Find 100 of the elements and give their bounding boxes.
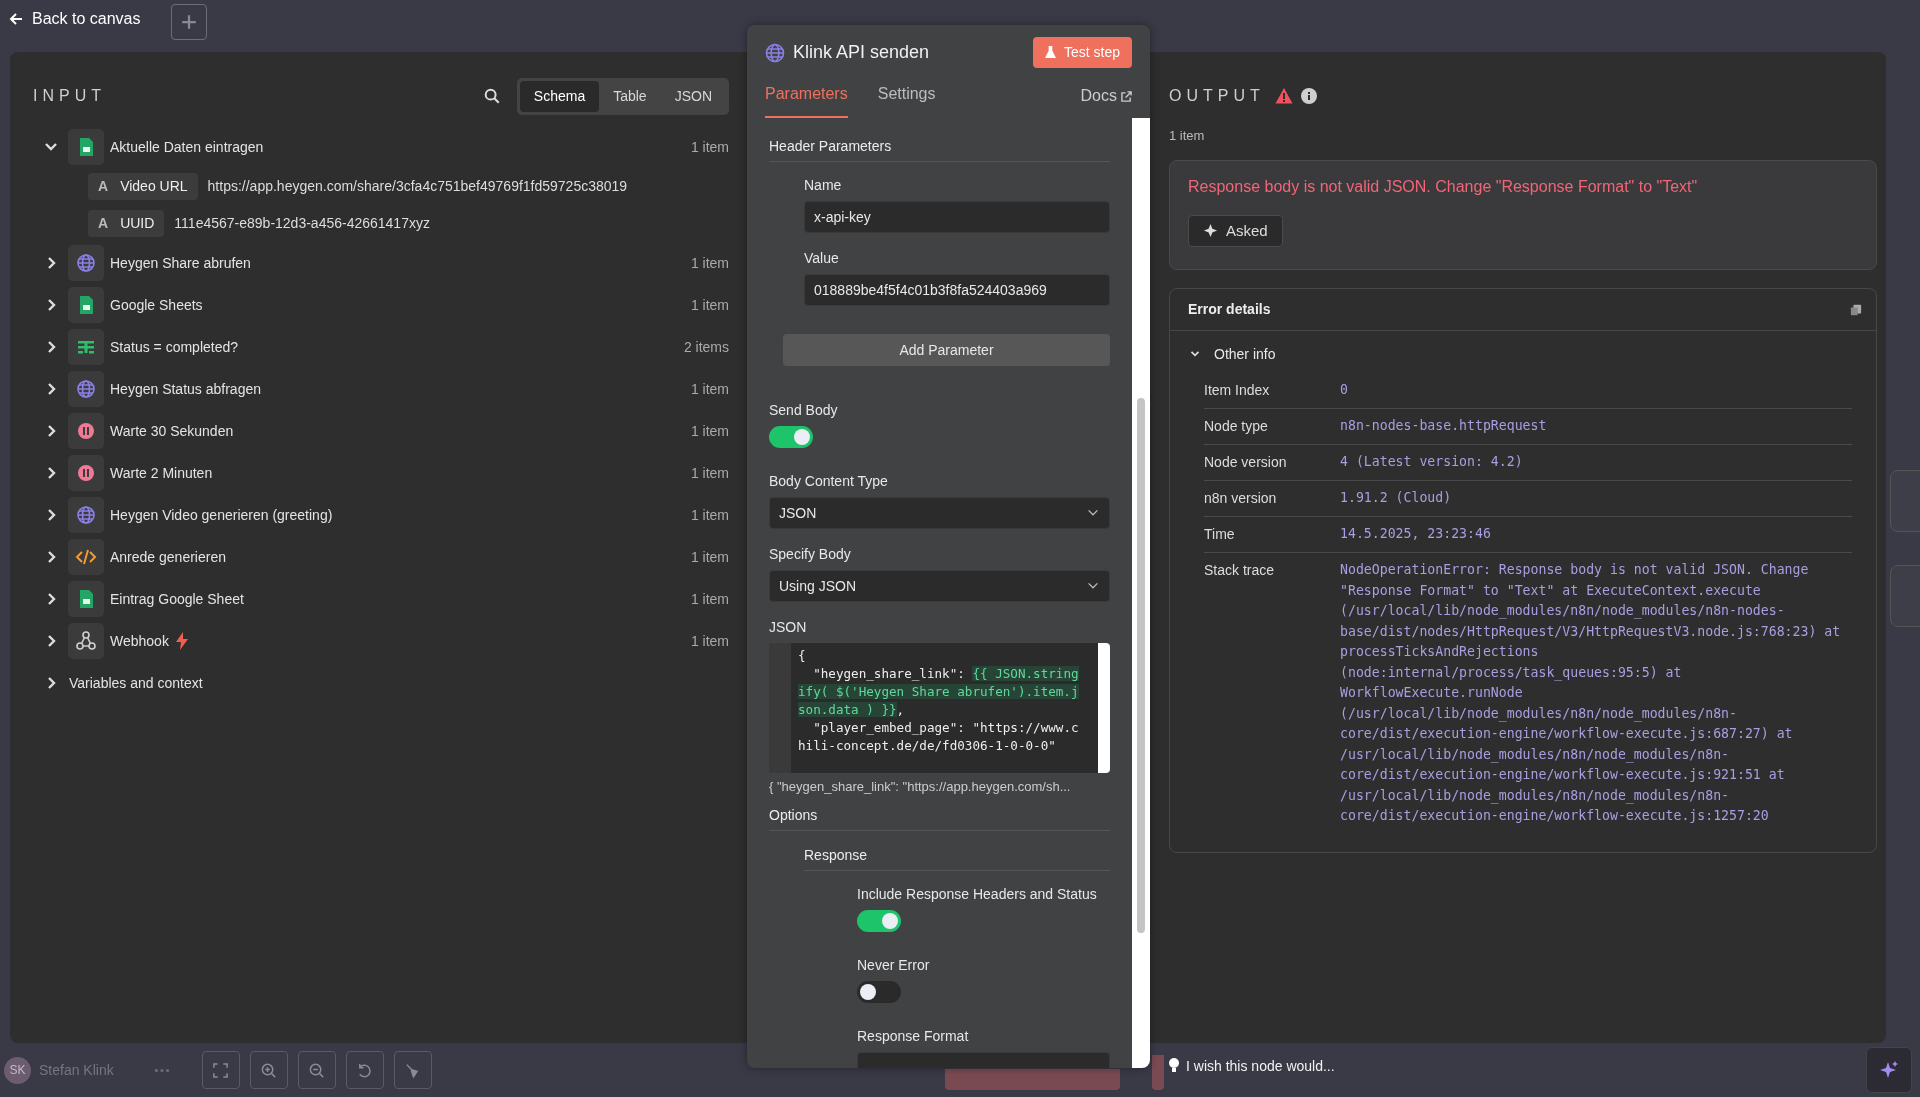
fit-view-icon [212, 1061, 230, 1079]
field-label: Response Format [857, 1026, 970, 1045]
lightbulb-icon [1168, 1057, 1180, 1073]
pause-icon [68, 413, 104, 449]
globe-icon [765, 42, 785, 63]
field-label: Name [804, 176, 843, 194]
text-field[interactable]: x-api-key [804, 201, 1110, 233]
panel-title: OUTPUT [1169, 86, 1265, 106]
node-name[interactable]: Anrede generieren [110, 546, 226, 568]
dropdown[interactable]: Using JSON [769, 570, 1110, 602]
item-count: 1 item [690, 589, 729, 609]
detail-key: Time [1204, 524, 1340, 545]
view-tab[interactable]: Schema [519, 80, 600, 112]
lightning-bolt-icon [174, 632, 189, 650]
detail-value: 0 [1340, 381, 1348, 399]
section-label[interactable]: Variables and context [69, 672, 203, 694]
spreadsheet-icon [68, 287, 104, 323]
field-label: Body Content Type [769, 472, 889, 490]
field-label: Include Response Headers and Status [857, 884, 1098, 903]
node-name[interactable]: Aktuelle Daten eintragen [110, 136, 264, 158]
detail-value: 4 (Latest version: 4.2) [1340, 453, 1523, 471]
toolbar-button[interactable] [249, 1051, 288, 1089]
node-name[interactable]: Warte 30 Sekunden [110, 420, 234, 442]
add-parameter-button[interactable]: Add Parameter [783, 334, 1110, 366]
toolbar-button[interactable] [201, 1051, 240, 1089]
globe-icon [68, 497, 104, 533]
info-icon[interactable] [1300, 88, 1317, 104]
schema-field-pill[interactable]: A Video URL [88, 173, 198, 200]
expression-preview: { "heygen_share_link": "https://app.heygen.com/sh... [769, 778, 1072, 796]
toolbar-button[interactable] [393, 1051, 432, 1089]
node-name[interactable]: Webhook [110, 630, 169, 652]
arrow-left-icon [8, 11, 24, 27]
node-name[interactable]: Eintrag Google Sheet [110, 588, 244, 610]
asked-button[interactable]: Asked [1188, 214, 1283, 247]
tab[interactable]: Settings [877, 76, 936, 118]
ask-input-field[interactable]: I wish this node would... [1166, 1055, 1566, 1078]
item-count: 1 item [690, 631, 729, 651]
item-count: 1 item [690, 379, 729, 399]
zoom-in-icon [260, 1061, 278, 1079]
globe-icon [68, 245, 104, 281]
item-count: 1 item [690, 253, 729, 273]
ai-assistant-button[interactable] [1866, 1047, 1912, 1093]
error-message: Response body is not valid JSON. Change "Response Format" to "Text" [1188, 176, 1699, 197]
node-name[interactable]: Warte 2 Minuten [110, 462, 213, 484]
node-name[interactable]: Google Sheets [110, 294, 203, 316]
back-to-canvas-link[interactable]: Back to canvas [8, 4, 141, 34]
schema-field-pill[interactable]: A UUID [88, 210, 165, 237]
node-title[interactable]: Klink API senden [793, 39, 930, 66]
item-count: 2 items [683, 337, 729, 357]
external-link-icon [1121, 90, 1132, 102]
type-label: A [98, 214, 109, 233]
undo-icon [356, 1061, 374, 1079]
node-name[interactable]: Heygen Status abfragen [110, 378, 261, 400]
zoom-out-icon [308, 1061, 326, 1079]
toggle-switch[interactable] [857, 909, 901, 932]
sparkle-icon [1879, 1060, 1899, 1080]
detail-key: Node type [1204, 416, 1340, 437]
docs-link[interactable]: Docs [1080, 78, 1132, 118]
field-label: Never Error [857, 955, 931, 974]
branch-icon [68, 329, 104, 365]
section-heading: Header Parameters [769, 136, 1110, 162]
toolbar-button[interactable] [345, 1051, 384, 1089]
detail-key: Stack trace [1204, 560, 1340, 827]
toggle-switch[interactable] [769, 426, 813, 448]
node-name[interactable]: Heygen Video generieren (greeting) [110, 504, 333, 526]
item-count: 1 item [690, 137, 729, 157]
toggle-switch[interactable] [857, 980, 901, 1003]
search-icon[interactable] [482, 87, 501, 105]
view-tab[interactable]: JSON [660, 80, 726, 112]
detail-key: Item Index [1204, 380, 1340, 401]
plus-icon [179, 13, 198, 31]
item-count: 1 item [690, 421, 729, 441]
globe-icon [68, 371, 104, 407]
webhook-icon [68, 623, 104, 659]
field-label: JSON [769, 618, 808, 636]
add-button[interactable] [170, 4, 207, 40]
text-field[interactable]: 018889be4f5f4c01b3f8fa524403a969 [804, 274, 1110, 306]
toolbar-button[interactable] [297, 1051, 336, 1089]
item-count: 1 item [690, 547, 729, 567]
group-label[interactable]: Other info [1214, 343, 1276, 365]
warning-icon [1274, 87, 1293, 105]
copy-icon[interactable] [1850, 303, 1862, 316]
field-label: Value [804, 249, 840, 267]
node-name[interactable]: Status = completed? [110, 336, 239, 358]
code-icon [68, 539, 104, 575]
dropdown[interactable]: JSON [769, 497, 1110, 529]
type-label: A [98, 177, 109, 196]
panel-title: INPUT [33, 86, 106, 106]
user-name: Stefan Klink [39, 1060, 114, 1080]
scrollbar[interactable] [1132, 118, 1150, 1068]
view-tab[interactable]: Table [599, 80, 661, 112]
detail-value: 14.5.2025, 23:23:46 [1340, 525, 1491, 543]
node-name[interactable]: Heygen Share abrufen [110, 252, 251, 274]
detail-key: Node version [1204, 452, 1340, 473]
detail-value: NodeOperationError: Response body is not valid JSON. Change "Response Format" to "Text" at ExecuteContext.execute (/usr/local/lib/node_modules/n8n/node_modules/n8n-nodes-base/dist/nodes/HttpRequest/V3/HttpRequestV3.node.js:768:23) at processTicksAndRejections (node:internal/process/task_queues:95:5) at WorkflowExecute.runNode (/usr/local/lib/node_modules/n8n/node_modules/n8n-core/dist/execution-engine/workflow-execute.js:687:27) at /usr/local/lib/node_modules/n8n/node_modules/n8n-core/dist/execution-engine/workflow-execute.js:921:51 at /usr/local/lib/node_modules/n8n/node_modules/n8n-core/dist/execution-engine/workflow-execute.js:1257:20 [1340, 561, 1842, 825]
sparkle-icon [1203, 223, 1218, 239]
detail-value: n8n-nodes-base.httpRequest [1340, 417, 1547, 435]
field-label: Send Body [769, 401, 839, 419]
field-key: Video URL [120, 176, 188, 197]
code-editor[interactable]: { "heygen_share_link": {{ JSON.stringify( $('Heygen Share abrufen').item.json.data ) }}, "player_embed_page": "https://www.chili-concept.de/de/fd0306-1-0-0-0" [769, 643, 1110, 773]
